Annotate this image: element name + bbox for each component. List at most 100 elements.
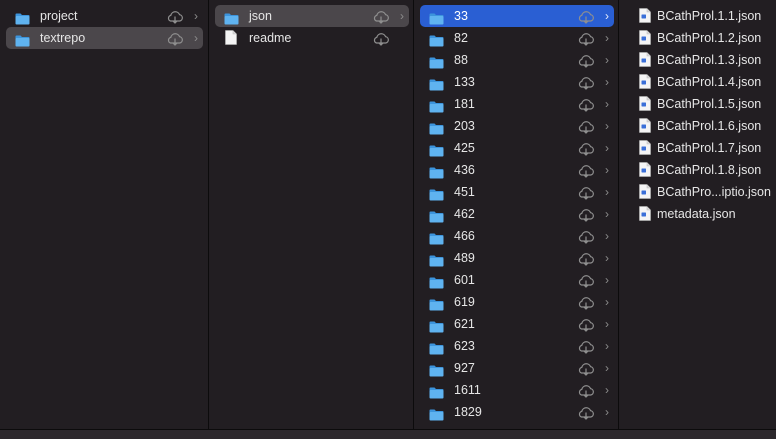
- folder-icon: [429, 296, 444, 311]
- cloud-download-icon[interactable]: [577, 273, 595, 288]
- cloud-download-icon[interactable]: [577, 119, 595, 134]
- item-label: textrepo: [40, 31, 86, 45]
- cloud-download-icon[interactable]: [577, 339, 595, 354]
- cloud-download-icon[interactable]: [577, 9, 595, 24]
- chevron-right-icon: ›: [605, 229, 609, 243]
- json-file-icon: [639, 52, 651, 67]
- folder-row-33[interactable]: 33 ›: [420, 5, 614, 27]
- item-label: 33: [454, 9, 468, 23]
- folder-row-1829[interactable]: 1829 ›: [420, 401, 614, 423]
- folder-icon: [429, 340, 444, 355]
- folder-row-601[interactable]: 601 ›: [420, 269, 614, 291]
- folder-icon: [429, 406, 444, 421]
- folder-row-436[interactable]: 436 ›: [420, 159, 614, 181]
- chevron-right-icon: ›: [605, 31, 609, 45]
- folder-row-623[interactable]: 623 ›: [420, 335, 614, 357]
- cloud-download-icon[interactable]: [577, 361, 595, 376]
- file-row-bcathprol-1-1-json[interactable]: BCathProl.1.1.json: [625, 5, 776, 27]
- file-row-readme[interactable]: readme: [215, 27, 409, 49]
- folder-row-1611[interactable]: 1611 ›: [420, 379, 614, 401]
- folder-icon: [429, 164, 444, 179]
- chevron-right-icon: ›: [605, 97, 609, 111]
- folder-icon: [429, 186, 444, 201]
- folder-row-927[interactable]: 927 ›: [420, 357, 614, 379]
- cloud-download-icon[interactable]: [577, 163, 595, 178]
- cloud-download-icon[interactable]: [577, 229, 595, 244]
- cloud-download-icon[interactable]: [577, 97, 595, 112]
- item-label: BCathProl.1.7.json: [657, 141, 762, 155]
- chevron-right-icon: ›: [605, 383, 609, 397]
- folder-icon: [429, 10, 444, 25]
- folder-row-82[interactable]: 82 ›: [420, 27, 614, 49]
- json-file-icon: [639, 184, 651, 199]
- chevron-right-icon: ›: [400, 9, 404, 23]
- folder-icon: [15, 32, 30, 47]
- cloud-download-icon[interactable]: [577, 75, 595, 90]
- item-label: 621: [454, 317, 475, 331]
- folder-row-489[interactable]: 489 ›: [420, 247, 614, 269]
- cloud-download-icon[interactable]: [577, 295, 595, 310]
- json-file-icon: [639, 74, 651, 89]
- folder-row-181[interactable]: 181 ›: [420, 93, 614, 115]
- cloud-download-icon[interactable]: [577, 317, 595, 332]
- file-row-bcathprol-1-8-json[interactable]: BCathProl.1.8.json: [625, 159, 776, 181]
- file-row-bcathprol-1-4-json[interactable]: BCathProl.1.4.json: [625, 71, 776, 93]
- folder-row-textrepo[interactable]: textrepo ›: [6, 27, 203, 49]
- file-row-bcathprol-1-3-json[interactable]: BCathProl.1.3.json: [625, 49, 776, 71]
- folder-icon: [429, 230, 444, 245]
- folder-row-133[interactable]: 133 ›: [420, 71, 614, 93]
- chevron-right-icon: ›: [605, 141, 609, 155]
- chevron-right-icon: ›: [605, 53, 609, 67]
- cloud-download-icon[interactable]: [372, 9, 390, 24]
- item-label: 1611: [454, 383, 481, 397]
- folder-row-json[interactable]: json ›: [215, 5, 409, 27]
- cloud-download-icon[interactable]: [577, 141, 595, 156]
- cloud-download-icon[interactable]: [577, 31, 595, 46]
- cloud-download-icon[interactable]: [372, 31, 390, 46]
- folder-row-466[interactable]: 466 ›: [420, 225, 614, 247]
- file-row-bcathprol-1-7-json[interactable]: BCathProl.1.7.json: [625, 137, 776, 159]
- folder-icon: [429, 252, 444, 267]
- folder-row-203[interactable]: 203 ›: [420, 115, 614, 137]
- item-label: metadata.json: [657, 207, 736, 221]
- file-row-bcathprol-1-5-json[interactable]: BCathProl.1.5.json: [625, 93, 776, 115]
- item-label: json: [249, 9, 272, 23]
- item-label: BCathProl.1.8.json: [657, 163, 762, 177]
- item-label: 436: [454, 163, 475, 177]
- item-label: BCathProl.1.5.json: [657, 97, 762, 111]
- folder-icon: [224, 10, 239, 25]
- chevron-right-icon: ›: [605, 361, 609, 375]
- cloud-download-icon[interactable]: [577, 207, 595, 222]
- cloud-download-icon[interactable]: [166, 9, 184, 24]
- folder-icon: [429, 76, 444, 91]
- json-file-icon: [639, 140, 651, 155]
- item-label: 601: [454, 273, 475, 287]
- cloud-download-icon[interactable]: [577, 383, 595, 398]
- folder-icon: [429, 208, 444, 223]
- item-label: 203: [454, 119, 475, 133]
- item-label: 133: [454, 75, 475, 89]
- folder-row-451[interactable]: 451 ›: [420, 181, 614, 203]
- item-label: BCathProl.1.2.json: [657, 31, 762, 45]
- folder-row-621[interactable]: 621 ›: [420, 313, 614, 335]
- cloud-download-icon[interactable]: [577, 53, 595, 68]
- folder-row-619[interactable]: 619 ›: [420, 291, 614, 313]
- json-file-icon: [639, 8, 651, 23]
- file-row-bcathprol-1-6-json[interactable]: BCathProl.1.6.json: [625, 115, 776, 137]
- chevron-right-icon: ›: [605, 207, 609, 221]
- item-label: 466: [454, 229, 475, 243]
- folder-row-425[interactable]: 425 ›: [420, 137, 614, 159]
- chevron-right-icon: ›: [605, 317, 609, 331]
- folder-row-88[interactable]: 88 ›: [420, 49, 614, 71]
- file-row-metadata-json[interactable]: metadata.json: [625, 203, 776, 225]
- cloud-download-icon[interactable]: [577, 185, 595, 200]
- cloud-download-icon[interactable]: [166, 31, 184, 46]
- file-row-bcathpro-iptio-json[interactable]: BCathPro...iptio.json: [625, 181, 776, 203]
- cloud-download-icon[interactable]: [577, 251, 595, 266]
- folder-row-project[interactable]: project ›: [6, 5, 203, 27]
- column-2-list: json › readme: [215, 5, 409, 49]
- file-row-bcathprol-1-2-json[interactable]: BCathProl.1.2.json: [625, 27, 776, 49]
- cloud-download-icon[interactable]: [577, 405, 595, 420]
- folder-row-462[interactable]: 462 ›: [420, 203, 614, 225]
- chevron-right-icon: ›: [605, 163, 609, 177]
